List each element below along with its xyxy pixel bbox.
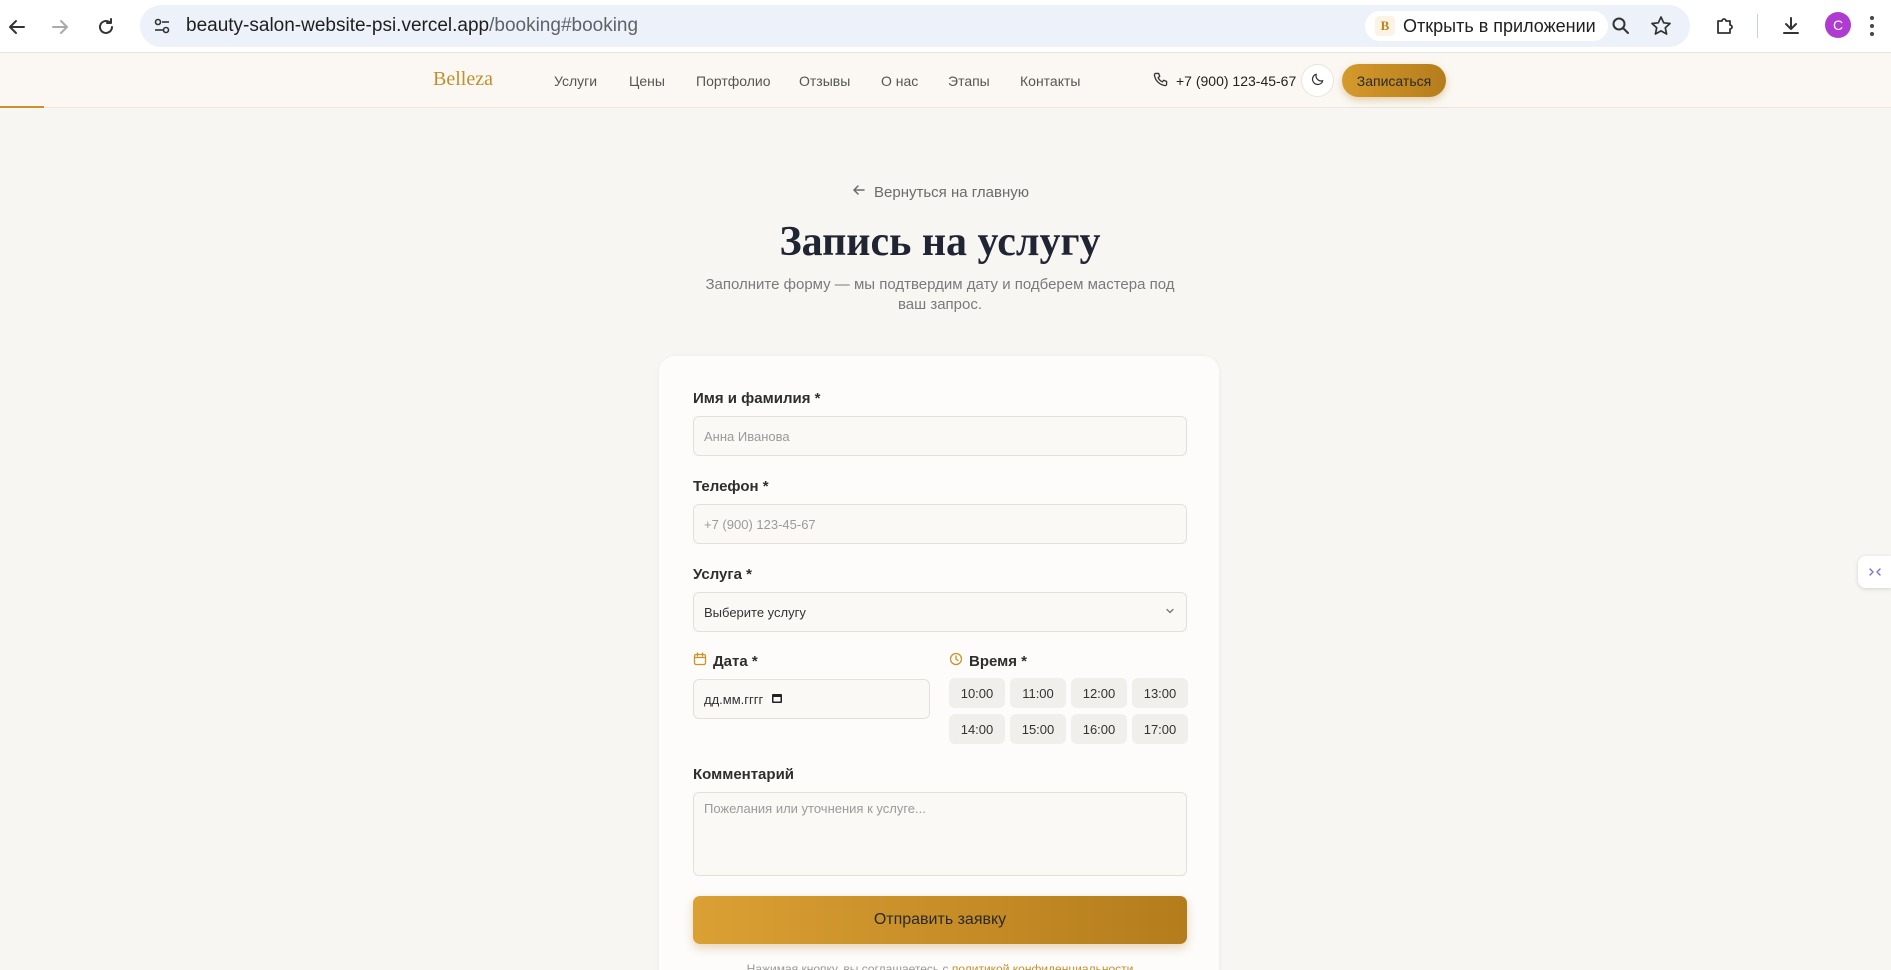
time-slot-1400[interactable]: 14:00 — [949, 714, 1005, 744]
time-slot-1700[interactable]: 17:00 — [1132, 714, 1188, 744]
book-now-button[interactable]: Записаться — [1342, 64, 1446, 97]
chevron-down-icon — [1164, 605, 1176, 620]
phone-icon — [1153, 72, 1168, 90]
zoom-icon[interactable] — [1608, 13, 1634, 39]
time-slot-1300[interactable]: 13:00 — [1132, 678, 1188, 708]
downloads-icon[interactable] — [1776, 11, 1806, 41]
time-slot-1200[interactable]: 12:00 — [1071, 678, 1127, 708]
date-input[interactable]: дд.мм.гггг — [693, 679, 930, 719]
back-icon[interactable] — [2, 12, 32, 42]
phone-number: +7 (900) 123-45-67 — [1176, 73, 1297, 89]
nav-link-services[interactable]: Услуги — [554, 73, 597, 89]
date-label-text: Дата * — [713, 652, 758, 670]
profile-avatar[interactable]: С — [1825, 12, 1851, 38]
clock-icon — [949, 652, 963, 670]
scroll-progress-bar — [0, 106, 44, 108]
time-slot-1100[interactable]: 11:00 — [1010, 678, 1066, 708]
nav-link-portfolio[interactable]: Портфолио — [696, 73, 771, 89]
service-select[interactable]: Выберите услугу — [693, 592, 1187, 632]
moon-icon — [1311, 71, 1325, 90]
app-badge-icon: B — [1375, 16, 1395, 36]
phone-label: Телефон * — [693, 478, 769, 495]
nav-link-stages[interactable]: Этапы — [948, 73, 990, 89]
nav-link-contacts[interactable]: Контакты — [1020, 73, 1080, 89]
time-label-text: Время * — [969, 652, 1027, 670]
service-label: Услуга * — [693, 566, 752, 583]
consent-note: Нажимая кнопку, вы соглашаетесь с полити… — [693, 962, 1187, 970]
browser-menu-icon[interactable] — [1862, 13, 1882, 39]
back-to-home-link[interactable]: Вернуться на главную — [852, 183, 1029, 201]
url-text: beauty-salon-website-psi.vercel.app/book… — [186, 15, 639, 36]
service-selected-value: Выберите услугу — [704, 604, 806, 620]
address-bar[interactable]: beauty-salon-website-psi.vercel.app/book… — [140, 5, 1690, 47]
reload-icon[interactable] — [91, 12, 121, 42]
bookmark-star-icon[interactable] — [1648, 13, 1674, 39]
header-phone[interactable]: +7 (900) 123-45-67 — [1153, 72, 1296, 90]
date-label: Дата * — [693, 652, 758, 670]
time-slot-1500[interactable]: 15:00 — [1010, 714, 1066, 744]
comment-textarea[interactable]: Пожелания или уточнения к услуге... — [693, 792, 1187, 876]
consent-text: Нажимая кнопку, вы соглашаетесь с — [746, 962, 952, 970]
nav-link-prices[interactable]: Цены — [629, 73, 665, 89]
nav-link-reviews[interactable]: Отзывы — [799, 73, 850, 89]
open-in-app-button[interactable]: B Открыть в приложении — [1365, 11, 1608, 41]
phone-input[interactable]: +7 (900) 123-45-67 — [693, 504, 1187, 544]
name-label: Имя и фамилия * — [693, 390, 821, 407]
page-subtitle: Заполните форму — мы подтвердим дату и п… — [705, 276, 1175, 313]
calendar-icon — [693, 652, 707, 670]
theme-toggle-button[interactable] — [1301, 64, 1334, 97]
time-slot-1000[interactable]: 10:00 — [949, 678, 1005, 708]
site-logo[interactable]: Belleza — [433, 68, 493, 91]
toolbar-separator — [1757, 14, 1758, 38]
date-picker-icon[interactable] — [771, 692, 783, 707]
extensions-icon[interactable] — [1710, 11, 1740, 41]
nav-link-about[interactable]: О нас — [881, 73, 918, 89]
back-link-label: Вернуться на главную — [874, 183, 1029, 201]
time-slot-1600[interactable]: 16:00 — [1071, 714, 1127, 744]
date-placeholder: дд.мм.гггг — [704, 691, 764, 707]
site-header: Belleza Услуги Цены Портфолио Отзывы О н… — [0, 53, 1891, 108]
site-settings-icon[interactable] — [150, 14, 174, 38]
name-input[interactable]: Анна Иванова — [693, 416, 1187, 456]
booking-form-card: Имя и фамилия * Анна Иванова Телефон * +… — [659, 356, 1219, 970]
comment-label: Комментарий — [693, 766, 795, 783]
forward-icon[interactable] — [45, 12, 75, 42]
open-in-app-label: Открыть в приложении — [1403, 15, 1596, 36]
browser-toolbar: beauty-salon-website-psi.vercel.app/book… — [0, 0, 1891, 53]
submit-booking-button[interactable]: Отправить заявку — [693, 896, 1187, 944]
floating-extension-icon[interactable] — [1858, 556, 1891, 588]
privacy-policy-link[interactable]: политикой конфиденциальности — [952, 962, 1133, 970]
time-label: Время * — [949, 652, 1027, 670]
arrow-left-icon — [852, 183, 866, 201]
page-title: Запись на услугу — [779, 219, 1101, 265]
